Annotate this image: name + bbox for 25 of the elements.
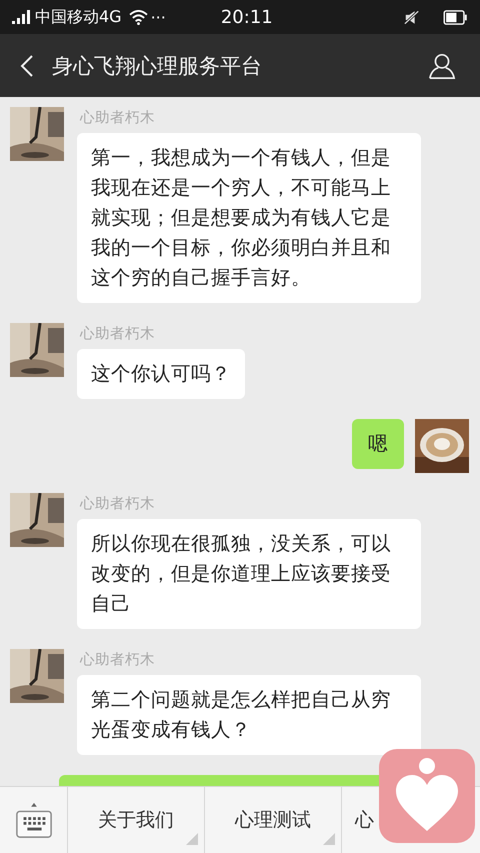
message-bubble: 嗯: [352, 419, 404, 469]
sender-name: 心助者朽木: [80, 109, 155, 127]
battery-icon: [443, 10, 468, 24]
wifi-icon: [128, 10, 148, 24]
mute-icon: [404, 10, 420, 24]
person-icon[interactable]: [428, 52, 456, 80]
menu-item[interactable]: 关于我们: [68, 787, 205, 853]
sender-name: 心助者朽木: [80, 495, 155, 513]
menu-item[interactable]: 心理测试: [205, 787, 342, 853]
clock: 20:11: [220, 6, 273, 28]
carrier-name: 中国移动4G: [35, 6, 122, 28]
sender-name: 心助者朽木: [80, 651, 155, 669]
more-indicator: ···: [150, 8, 166, 26]
message-bubble: 第二个问题就是怎么样把自己从穷光蛋变成有钱人？: [77, 675, 421, 755]
message-bubble: 这个你认可吗？: [77, 349, 245, 399]
message-bubble: 第一，我想成为一个有钱人，但是我现在还是一个穷人，不可能马上就实现；但是想要成为有钱人它是我的一个目标，你必须明白并且和这个穷的自己握手言好。: [77, 133, 421, 303]
message-bubble: 所以你现在很孤独，没关系，可以改变的，但是你道理上应该要接受自己: [77, 519, 421, 629]
corner-mark-icon: [186, 833, 198, 845]
menu-item[interactable]: 心: [342, 787, 378, 853]
back-icon[interactable]: [20, 54, 34, 78]
corner-mark-icon: [323, 833, 335, 845]
signal-icon: [12, 10, 32, 24]
sender-name: 心助者朽木: [80, 325, 155, 343]
window-title: 身心飞翔心理服务平台: [52, 52, 262, 80]
keyboard-icon: [14, 801, 52, 839]
